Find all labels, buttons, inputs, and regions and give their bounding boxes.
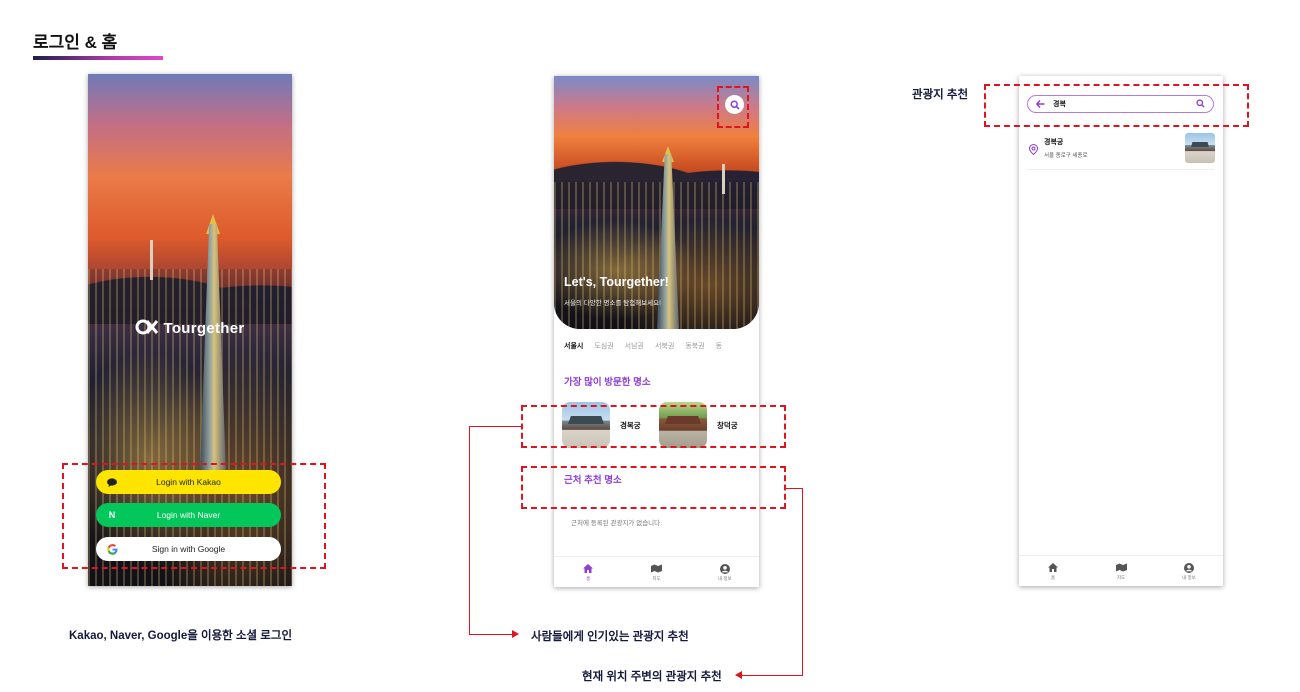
tab-east[interactable]: 동 — [716, 341, 722, 351]
nav-mypage-label: 내 정보 — [1182, 575, 1196, 580]
home-icon — [1048, 562, 1059, 573]
popular-annotation: 사람들에게 인기있는 관광지 추천 — [531, 631, 689, 643]
namsan-tower-graphic — [150, 240, 153, 280]
nav-map[interactable]: 지도 — [622, 557, 690, 587]
connector-line — [469, 634, 514, 635]
login-buttons-highlight — [62, 463, 326, 569]
connector-line — [802, 488, 803, 676]
nav-map-label: 지도 — [652, 576, 661, 581]
connector-line — [786, 488, 803, 489]
connector-line — [469, 426, 470, 635]
logo-mark-icon — [135, 319, 159, 335]
result-thumbnail — [1185, 133, 1215, 163]
user-icon — [719, 563, 730, 574]
bottom-nav: 홈 지도 내 정보 — [554, 556, 759, 587]
title-underline — [33, 56, 163, 60]
nav-home-label: 홈 — [586, 576, 591, 581]
nearby-spots-highlight — [521, 466, 786, 509]
tab-northwest[interactable]: 서북권 — [655, 341, 674, 351]
search-button-highlight — [717, 86, 749, 128]
login-caption: Kakao, Naver, Google을 이용한 소셜 로그인 — [69, 630, 293, 642]
hero-subtitle: 서울의 다양한 명소를 탐험해보세요! — [564, 300, 661, 307]
home-screen: Let's, Tourgether! 서울의 다양한 명소를 탐험해보세요! 서… — [554, 76, 759, 587]
popular-section-title: 가장 많이 방문한 명소 — [564, 377, 651, 388]
nav-home-label: 홈 — [1050, 575, 1056, 580]
result-name: 경복궁 — [1044, 139, 1064, 146]
section-title: 로그인 & 홈 — [33, 33, 118, 52]
nav-map-label: 지도 — [1116, 575, 1126, 580]
app-logo: Tourgether — [88, 319, 292, 337]
search-result-item[interactable]: 경복궁 서울 종로구 세종로 — [1027, 133, 1215, 170]
search-bar-highlight — [984, 84, 1249, 127]
map-icon — [1115, 562, 1127, 573]
connector-line — [469, 426, 521, 427]
nav-mypage[interactable]: 내 정보 — [1155, 556, 1223, 586]
nearby-empty-message: 근처에 등록된 관광지가 없습니다. — [571, 520, 662, 527]
arrow-left-icon — [735, 671, 742, 679]
bottom-nav: 홈 지도 내 정보 — [1019, 555, 1223, 586]
tab-seoul[interactable]: 서울시 — [564, 341, 583, 351]
nav-map[interactable]: 지도 — [1087, 556, 1155, 586]
result-address: 서울 종로구 세종로 — [1044, 153, 1088, 159]
popular-spots-highlight — [521, 405, 786, 448]
home-icon — [583, 563, 594, 574]
namsan-tower-graphic — [722, 164, 725, 194]
nav-mypage-label: 내 정보 — [717, 576, 732, 581]
tab-downtown[interactable]: 도심권 — [594, 341, 613, 351]
user-icon — [1184, 562, 1195, 573]
tab-southwest[interactable]: 서남권 — [625, 341, 644, 351]
nav-mypage[interactable]: 내 정보 — [691, 557, 759, 587]
map-icon — [650, 563, 662, 574]
tab-northeast[interactable]: 동북권 — [685, 341, 704, 351]
connector-line — [741, 675, 803, 676]
search-screen: 경복 경복궁 서울 종로구 세종로 홈 지도 내 정보 — [1019, 76, 1223, 586]
nav-home[interactable]: 홈 — [1019, 556, 1087, 586]
brand-name: Tourgether — [163, 320, 245, 337]
location-pin-icon — [1028, 142, 1039, 160]
arrow-right-icon — [512, 630, 519, 638]
nav-home[interactable]: 홈 — [554, 557, 622, 587]
nearby-annotation: 현재 위치 주변의 관광지 추천 — [582, 671, 722, 683]
search-screen-label: 관광지 추천 — [912, 89, 969, 101]
hero-title: Let's, Tourgether! — [564, 275, 669, 289]
region-tabs: 서울시 도심권 서남권 서북권 동북권 동 — [564, 341, 756, 351]
